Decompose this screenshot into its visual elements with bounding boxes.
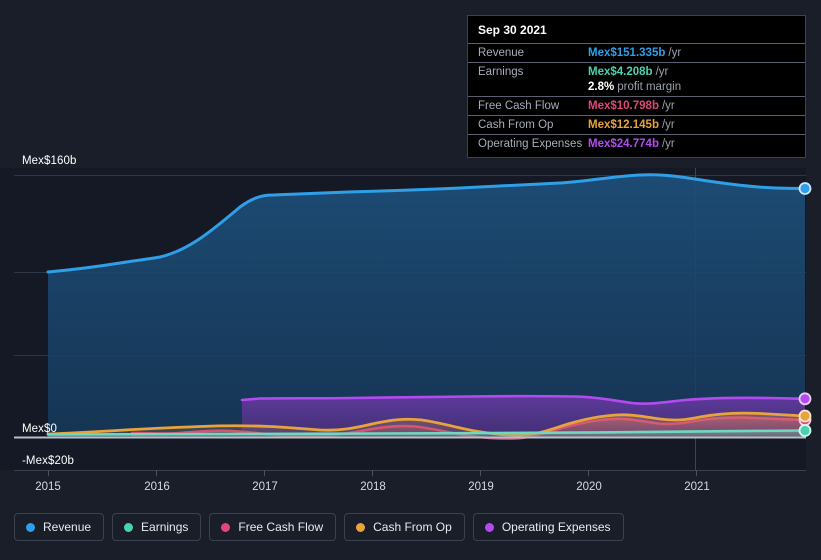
tooltip-row-operating-expenses: Operating Expenses Mex$24.774b /yr <box>468 134 805 153</box>
legend-item-free-cash-flow[interactable]: Free Cash Flow <box>209 513 337 541</box>
x-axis-tick-2019: 2019 <box>468 481 494 493</box>
tooltip-row-cash-from-op: Cash From Op Mex$12.145b /yr <box>468 115 805 134</box>
legend-label-revenue: Revenue <box>43 520 92 534</box>
endpoint-operating-expenses <box>798 392 812 406</box>
legend-dot-free-cash-flow-icon <box>221 522 231 532</box>
legend-label-operating-expenses: Operating Expenses <box>501 520 611 534</box>
chart-legend: Revenue Earnings Free Cash Flow Cash Fro… <box>14 513 624 541</box>
legend-dot-revenue-icon <box>26 522 35 532</box>
tooltip-key-earnings: Earnings <box>478 66 524 78</box>
legend-item-cash-from-op[interactable]: Cash From Op <box>344 513 465 541</box>
chart-page: Mex$160b Mex$0 -Mex$20b 2015 2016 2017 2… <box>0 0 821 560</box>
endpoint-earnings <box>798 424 812 437</box>
tooltip-key-free-cash-flow: Free Cash Flow <box>478 100 560 112</box>
tooltip-row-earnings: Earnings Mex$4.208b /yr <box>468 62 805 81</box>
x-axis-tick-2017: 2017 <box>252 481 278 493</box>
legend-dot-earnings-icon <box>124 522 134 532</box>
chart-tooltip: Sep 30 2021 Revenue Mex$151.335b /yr Ear… <box>467 15 806 158</box>
tooltip-unit-earnings: /yr <box>655 66 669 78</box>
tooltip-date: Sep 30 2021 <box>478 23 547 37</box>
tooltip-unit-revenue: /yr <box>668 47 682 59</box>
tooltip-row-free-cash-flow: Free Cash Flow Mex$10.798b /yr <box>468 96 805 115</box>
legend-label-cash-from-op: Cash From Op <box>373 520 452 534</box>
y-axis-label-top: Mex$160b <box>22 155 77 167</box>
tooltip-value-revenue: Mex$151.335b <box>588 47 666 59</box>
tooltip-unit-cash-from-op: /yr <box>661 119 675 131</box>
legend-item-earnings[interactable]: Earnings <box>112 513 202 541</box>
x-axis-tick-2015: 2015 <box>35 481 61 493</box>
tooltip-key-operating-expenses: Operating Expenses <box>478 138 583 150</box>
y-axis-label-zero: Mex$0 <box>22 423 58 435</box>
endpoint-revenue <box>798 182 812 195</box>
tooltip-unit-operating-expenses: /yr <box>661 138 675 150</box>
endpoint-cash-from-op <box>798 409 812 423</box>
legend-item-revenue[interactable]: Revenue <box>14 513 105 541</box>
tooltip-value-profit-margin: 2.8% <box>588 81 615 93</box>
legend-item-operating-expenses[interactable]: Operating Expenses <box>472 513 624 541</box>
x-axis-tick-2016: 2016 <box>144 481 170 493</box>
legend-dot-operating-expenses-icon <box>484 522 494 532</box>
x-axis-tick-2021: 2021 <box>684 481 710 493</box>
tooltip-value-cash-from-op: Mex$12.145b <box>588 119 659 131</box>
legend-label-free-cash-flow: Free Cash Flow <box>238 520 324 534</box>
tooltip-key-cash-from-op: Cash From Op <box>478 119 554 131</box>
legend-label-earnings: Earnings <box>141 520 189 534</box>
y-axis-label-negative: -Mex$20b <box>22 455 74 467</box>
tooltip-unit-free-cash-flow: /yr <box>661 100 675 112</box>
tooltip-row-revenue: Revenue Mex$151.335b /yr <box>468 43 805 62</box>
legend-dot-cash-from-op-icon <box>356 522 366 532</box>
x-axis-tick-2018: 2018 <box>360 481 386 493</box>
tooltip-row-profit-margin: 2.8% profit margin <box>468 81 805 96</box>
tooltip-value-free-cash-flow: Mex$10.798b <box>588 100 659 112</box>
tooltip-value-operating-expenses: Mex$24.774b <box>588 138 659 150</box>
tooltip-unit-profit-margin: profit margin <box>617 81 682 93</box>
tooltip-value-earnings: Mex$4.208b <box>588 66 653 78</box>
x-axis-tick-2020: 2020 <box>576 481 602 493</box>
tooltip-key-revenue: Revenue <box>478 47 525 59</box>
